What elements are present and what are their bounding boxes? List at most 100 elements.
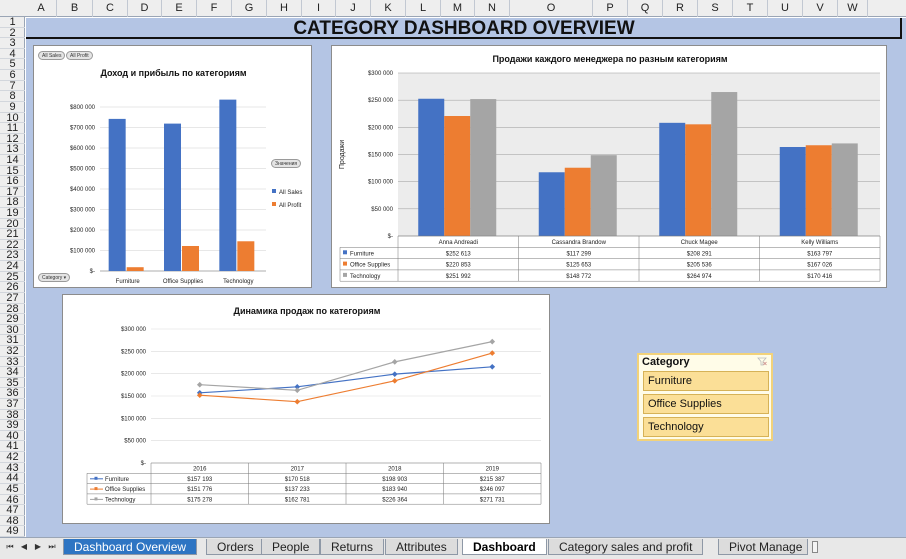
column-header-t[interactable]: T	[733, 0, 768, 17]
tab-attributes[interactable]: Attributes	[385, 539, 458, 555]
bar-office-supplies	[685, 124, 712, 236]
column-header-l[interactable]: L	[406, 0, 441, 17]
column-header-i[interactable]: I	[302, 0, 336, 17]
x-tick-label: Furniture	[116, 279, 141, 285]
y-tick-label: $300 000	[368, 71, 394, 77]
tab-returns[interactable]: Returns	[320, 539, 385, 555]
column-header-o[interactable]: O	[510, 0, 593, 17]
table-legend-swatch	[343, 250, 347, 255]
column-header-h[interactable]: H	[267, 0, 302, 17]
title-cell[interactable]: CATEGORY DASHBOARD OVERVIEW	[26, 18, 902, 39]
marker-office-supplies	[391, 378, 398, 384]
table-legend-swatch	[343, 272, 347, 277]
chart2-plot: $300 000 $250 000 $200 000 $150 000 $100 000…	[339, 71, 881, 282]
marker-technology	[489, 338, 496, 345]
table-row-label: Furniture	[105, 477, 130, 483]
column-header-q[interactable]: Q	[628, 0, 663, 17]
table-cell: $125 653	[566, 263, 592, 269]
tab-pivot-manager[interactable]: Pivot Manage	[718, 539, 808, 555]
category-slicer[interactable]: Category Furniture Office Supplies Techn…	[637, 353, 773, 441]
bar-technology	[711, 92, 738, 236]
pill-category-label: Category	[42, 275, 63, 281]
legend-label: All Profit	[279, 203, 302, 209]
next-sheet-icon[interactable]: ▶	[32, 541, 44, 553]
column-header-v[interactable]: V	[803, 0, 838, 17]
row-header-45[interactable]: 45	[0, 484, 25, 495]
column-header-bar: ABCDEFGHIJKLMNOPQRSTUVW	[0, 0, 906, 17]
tab-category-sales-profit[interactable]: Category sales and profit	[548, 539, 704, 555]
chart-manager-sales[interactable]: Продажи каждого менеджера по разным кате…	[331, 45, 887, 288]
table-header: Cassandra Brandow	[552, 240, 607, 246]
column-header-f[interactable]: F	[197, 0, 232, 17]
marker-technology	[196, 381, 203, 388]
table-cell: $163 797	[807, 251, 833, 257]
clear-filter-icon[interactable]	[757, 357, 767, 366]
column-header-k[interactable]: K	[371, 0, 406, 17]
tab-orders[interactable]: Orders	[206, 539, 265, 555]
table-legend-marker	[94, 487, 98, 491]
y-tick-label: $100 000	[121, 416, 147, 422]
column-header-e[interactable]: E	[162, 0, 197, 17]
tab-dashboard[interactable]: Dashboard	[462, 539, 547, 555]
tab-people[interactable]: People	[261, 539, 321, 555]
slicer-item-technology[interactable]: Technology	[643, 417, 769, 437]
column-header-r[interactable]: R	[663, 0, 698, 17]
bar-office-supplies	[444, 116, 471, 236]
table-header: 2016	[193, 467, 207, 473]
row-header-9[interactable]: 9	[0, 102, 25, 113]
chart-income-profit[interactable]: All Sales All Profit Доход и прибыль по …	[33, 45, 312, 288]
marker-technology	[294, 387, 301, 394]
bar-furniture	[659, 122, 686, 236]
last-sheet-icon[interactable]: ⏭	[46, 541, 58, 553]
row-header-27[interactable]: 27	[0, 293, 25, 304]
table-cell: $157 193	[187, 477, 213, 483]
column-header-p[interactable]: P	[593, 0, 628, 17]
y-tick-label: $50 000	[124, 439, 146, 445]
bar-technology	[590, 155, 617, 236]
y-tick-label: $100 000	[368, 180, 394, 186]
bar-all-profit	[126, 267, 144, 271]
tab-dashboard-overview[interactable]: Dashboard Overview	[63, 539, 198, 555]
column-header-u[interactable]: U	[768, 0, 803, 17]
column-header-g[interactable]: G	[232, 0, 267, 17]
table-row-label: Office Supplies	[105, 487, 145, 493]
row-header-32[interactable]: 32	[0, 346, 25, 357]
row-header-49[interactable]: 49	[0, 526, 25, 537]
table-cell: $198 903	[382, 477, 408, 483]
table-cell: $170 518	[285, 477, 311, 483]
bar-furniture	[418, 98, 445, 236]
y-tick-label: $700 000	[70, 126, 96, 132]
column-header-j[interactable]: J	[336, 0, 371, 17]
bar-furniture	[538, 172, 565, 236]
column-header-w[interactable]: W	[838, 0, 868, 17]
column-header-s[interactable]: S	[698, 0, 733, 17]
table-row-label: Technology	[350, 274, 380, 280]
column-header-n[interactable]: N	[475, 0, 510, 17]
column-header-d[interactable]: D	[128, 0, 162, 17]
first-sheet-icon[interactable]: ⏮	[4, 541, 16, 553]
chart-sales-dynamics[interactable]: Динамика продаж по категориям $300 000 $2…	[62, 294, 550, 524]
y-tick-label: $200 000	[368, 125, 394, 131]
column-header-b[interactable]: B	[57, 0, 93, 17]
bar-office-supplies	[564, 167, 591, 236]
bar-office-supplies	[805, 145, 832, 236]
y-tick-label: $300 000	[70, 208, 96, 214]
y-tick-label: $-	[90, 269, 95, 275]
column-header-c[interactable]: C	[93, 0, 128, 17]
legend-label: All Sales	[279, 190, 302, 196]
tab-scroll-divider[interactable]	[812, 541, 818, 553]
slicer-item-office-supplies[interactable]: Office Supplies	[643, 394, 769, 414]
column-header-m[interactable]: M	[441, 0, 475, 17]
y-tick-label: $600 000	[70, 146, 96, 152]
table-row-label: Furniture	[350, 251, 375, 257]
pill-values[interactable]: Значения	[271, 159, 302, 168]
worksheet-area[interactable]: CATEGORY DASHBOARD OVERVIEW All Sales Al…	[26, 18, 906, 537]
column-header-a[interactable]: A	[26, 0, 57, 17]
y-tick-label: $250 000	[121, 349, 147, 355]
pill-category[interactable]: Category ▾	[38, 273, 71, 282]
row-header-14[interactable]: 14	[0, 155, 25, 166]
marker-furniture	[391, 371, 398, 377]
slicer-item-furniture[interactable]: Furniture	[643, 371, 769, 391]
table-row-label: Office Supplies	[350, 263, 390, 269]
prev-sheet-icon[interactable]: ◀	[18, 541, 30, 553]
